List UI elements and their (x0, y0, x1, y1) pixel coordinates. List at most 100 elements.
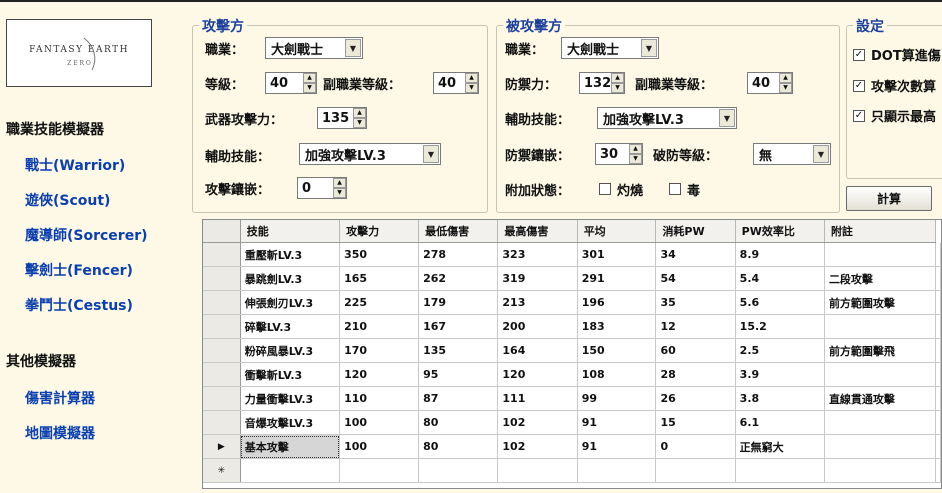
column-header-attack[interactable]: 攻擊力 (339, 220, 420, 243)
cell-pw-cost[interactable]: 35 (655, 290, 736, 315)
cell-average[interactable]: 196 (577, 290, 657, 315)
cell-pw-efficiency[interactable]: 正無窮大 (735, 434, 825, 459)
cell-skill[interactable]: 重壓斬LV.3 (240, 242, 341, 267)
attacker-job-select[interactable]: 大劍戰士 ▼ (265, 37, 363, 59)
chevron-down-icon[interactable]: ▼ (813, 145, 829, 163)
nav-link-fencer[interactable]: 擊劍士(Fencer) (25, 260, 133, 280)
attacker-inlay-spinner[interactable]: 0 ▲ ▼ (297, 177, 347, 199)
cell-max-damage[interactable]: 319 (497, 266, 578, 291)
table-row[interactable]: 衝擊斬LV.3 120 95 120 108 28 3.9 (203, 362, 941, 387)
cell-pw-efficiency[interactable]: 6.1 (735, 410, 825, 435)
cell-notes[interactable] (824, 242, 937, 267)
nav-link-warrior[interactable]: 戰士(Warrior) (25, 155, 125, 175)
cell-pw-cost[interactable]: 28 (655, 362, 736, 387)
defender-break-select[interactable]: 無 ▼ (753, 143, 831, 165)
cell-average[interactable]: 291 (577, 266, 657, 291)
column-header-notes[interactable]: 附註 (824, 220, 937, 243)
show-max-checkbox[interactable]: ✓ (853, 110, 865, 122)
column-header-average[interactable]: 平均 (577, 220, 657, 243)
cell-notes[interactable]: 前方範圍擊飛 (824, 338, 937, 363)
cell-max-damage[interactable]: 323 (497, 242, 578, 267)
cell-max-damage[interactable]: 111 (497, 386, 578, 411)
cell-max-damage[interactable]: 120 (497, 362, 578, 387)
column-header-max-damage[interactable]: 最高傷害 (497, 220, 578, 243)
arrow-down-icon[interactable]: ▼ (629, 154, 642, 164)
column-header-min-damage[interactable]: 最低傷害 (418, 220, 499, 243)
cell-skill[interactable]: 暴跳劍LV.3 (240, 266, 341, 291)
cell-notes[interactable]: 二段攻擊 (824, 266, 937, 291)
cell-notes[interactable]: 前方範圍攻擊 (824, 290, 937, 315)
row-header[interactable] (203, 314, 241, 339)
cell-pw-efficiency[interactable]: 8.9 (735, 242, 825, 267)
cell-min-damage[interactable]: 179 (418, 290, 499, 315)
new-row-cell[interactable] (577, 458, 657, 483)
cell-pw-efficiency[interactable]: 3.8 (735, 386, 825, 411)
arrow-up-icon[interactable]: ▲ (465, 73, 478, 83)
row-header[interactable]: ▶ (203, 434, 241, 459)
cell-pw-efficiency[interactable]: 3.9 (735, 362, 825, 387)
cell-notes[interactable] (824, 314, 937, 339)
arrow-up-icon[interactable]: ▲ (303, 73, 316, 83)
table-row[interactable]: 碎擊LV.3 210 167 200 183 12 15.2 (203, 314, 941, 339)
arrow-down-icon[interactable]: ▼ (611, 83, 624, 93)
cell-pw-efficiency[interactable]: 5.6 (735, 290, 825, 315)
cell-pw-cost[interactable]: 54 (655, 266, 736, 291)
defender-support-select[interactable]: 加強攻擊LV.3 ▼ (597, 107, 737, 129)
chevron-down-icon[interactable]: ▼ (719, 109, 735, 127)
cell-attack[interactable]: 100 (339, 410, 420, 435)
arrow-down-icon[interactable]: ▼ (353, 118, 366, 128)
new-row-cell[interactable] (418, 458, 499, 483)
cell-min-damage[interactable]: 135 (418, 338, 499, 363)
cell-attack[interactable]: 165 (339, 266, 420, 291)
cell-skill[interactable]: 伸張劍刃LV.3 (240, 290, 341, 315)
cell-average[interactable]: 91 (577, 434, 657, 459)
chevron-down-icon[interactable]: ▼ (345, 39, 361, 57)
table-row[interactable]: 音爆攻擊LV.3 100 80 102 91 15 6.1 (203, 410, 941, 435)
cell-notes[interactable] (824, 434, 937, 459)
cell-max-damage[interactable]: 102 (497, 410, 578, 435)
cell-skill[interactable]: 力量衝擊LV.3 (240, 386, 341, 411)
nav-link-map-simulator[interactable]: 地圖模擬器 (25, 423, 95, 443)
arrow-up-icon[interactable]: ▲ (611, 73, 624, 83)
new-row-cell[interactable] (339, 458, 420, 483)
row-header[interactable] (203, 386, 241, 411)
cell-min-damage[interactable]: 95 (418, 362, 499, 387)
cell-average[interactable]: 301 (577, 242, 657, 267)
cell-attack[interactable]: 120 (339, 362, 420, 387)
cell-attack[interactable]: 210 (339, 314, 420, 339)
poison-checkbox[interactable] (669, 183, 681, 195)
nav-link-scout[interactable]: 遊俠(Scout) (25, 190, 110, 210)
cell-attack[interactable]: 350 (339, 242, 420, 267)
cell-min-damage[interactable]: 262 (418, 266, 499, 291)
defender-job-select[interactable]: 大劍戰士 ▼ (561, 37, 659, 59)
defender-def-spinner[interactable]: 132 ▲ ▼ (579, 72, 625, 94)
cell-min-damage[interactable]: 80 (418, 434, 499, 459)
cell-average[interactable]: 91 (577, 410, 657, 435)
defender-inlay-spinner[interactable]: 30 ▲ ▼ (595, 143, 643, 165)
arrow-down-icon[interactable]: ▼ (465, 83, 478, 93)
cell-min-damage[interactable]: 87 (418, 386, 499, 411)
new-row-cell[interactable] (240, 458, 341, 483)
attacker-support-select[interactable]: 加強攻擊LV.3 ▼ (299, 143, 441, 165)
new-row-cell[interactable] (935, 458, 941, 483)
row-header[interactable] (203, 266, 241, 291)
new-row-cell[interactable] (497, 458, 578, 483)
arrow-down-icon[interactable]: ▼ (333, 188, 346, 198)
table-row[interactable]: ▶ 基本攻擊 100 80 102 91 0 正無窮大 (203, 434, 941, 459)
cell-notes[interactable] (824, 410, 937, 435)
nav-link-cestus[interactable]: 拳鬥士(Cestus) (25, 295, 133, 315)
attacker-weapon-spinner[interactable]: 135 ▲ ▼ (317, 107, 367, 129)
arrow-down-icon[interactable]: ▼ (779, 83, 792, 93)
cell-min-damage[interactable]: 167 (418, 314, 499, 339)
arrow-up-icon[interactable]: ▲ (779, 73, 792, 83)
calculate-button[interactable]: 計算 (846, 186, 932, 211)
cell-attack[interactable]: 110 (339, 386, 420, 411)
cell-pw-cost[interactable]: 26 (655, 386, 736, 411)
cell-skill[interactable]: 基本攻擊 (240, 434, 341, 459)
cell-pw-cost[interactable]: 15 (655, 410, 736, 435)
column-header-pw-cost[interactable]: 消耗PW (655, 220, 736, 243)
defender-sub-level-spinner[interactable]: 40 ▲ ▼ (747, 72, 793, 94)
arrow-up-icon[interactable]: ▲ (353, 108, 366, 118)
cell-attack[interactable]: 170 (339, 338, 420, 363)
attack-count-checkbox[interactable]: ✓ (853, 80, 865, 92)
